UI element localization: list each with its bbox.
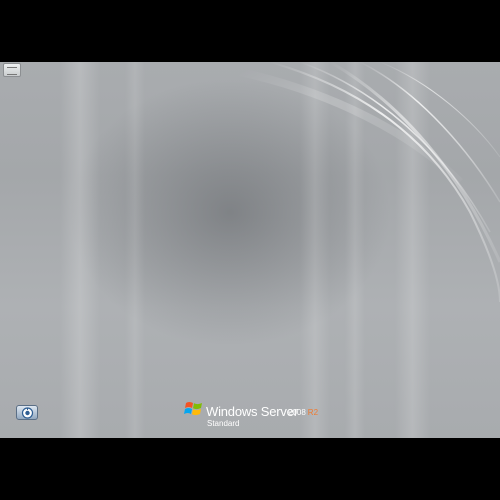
version-number: 2008 xyxy=(288,408,306,417)
login-screen: Windows Server 2008 R2 Standard xyxy=(0,0,500,500)
ease-of-access-button[interactable] xyxy=(16,405,38,420)
product-version: 2008 R2 xyxy=(288,408,318,417)
wallpaper xyxy=(0,62,500,438)
version-suffix: R2 xyxy=(307,408,319,417)
computer-window-icon xyxy=(3,63,21,77)
product-name: Windows Server xyxy=(206,404,298,419)
windows-flag-icon xyxy=(184,402,202,416)
product-edition: Standard xyxy=(207,419,240,428)
wallpaper-swoosh xyxy=(239,62,500,303)
ease-of-access-icon xyxy=(21,407,34,419)
